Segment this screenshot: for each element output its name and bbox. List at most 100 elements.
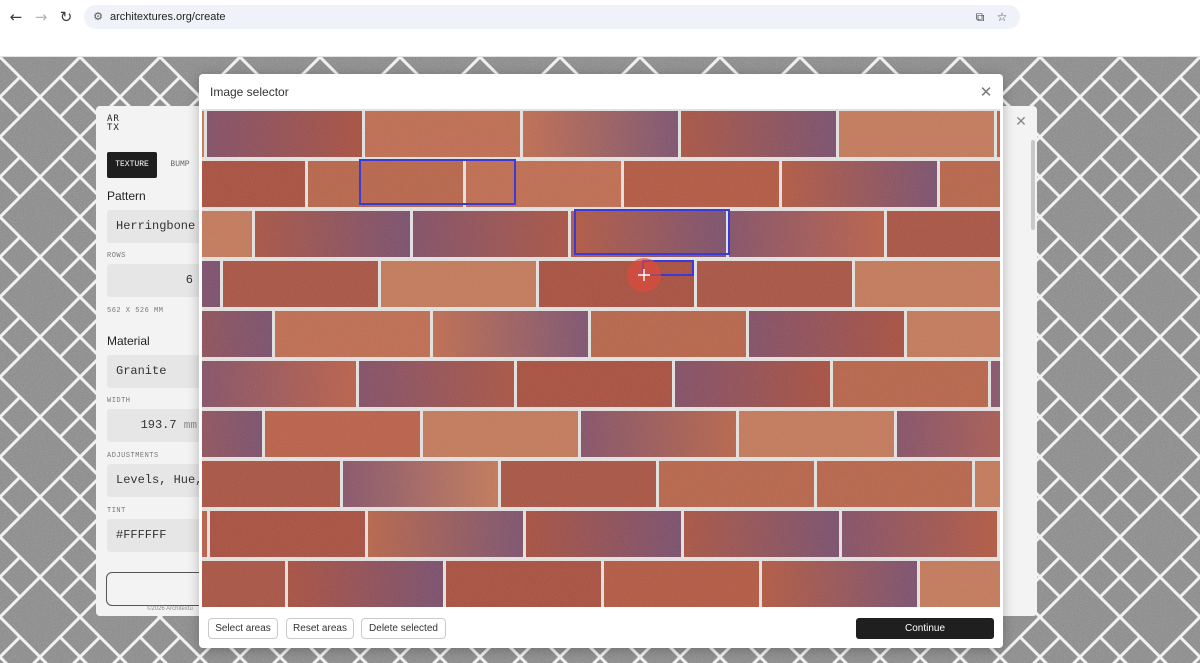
brick-shade <box>343 461 498 507</box>
brick <box>833 361 988 407</box>
logo-line-2: TX <box>107 123 120 133</box>
brick <box>907 311 1000 357</box>
brick-shade <box>571 211 726 257</box>
site-settings-icon[interactable]: ⚙ <box>91 10 105 24</box>
brick-shade <box>288 561 443 607</box>
select-areas-button[interactable]: Select areas <box>208 618 278 639</box>
brick <box>739 411 894 457</box>
brick <box>697 261 852 307</box>
brick <box>308 161 463 207</box>
brick <box>624 161 779 207</box>
rows-label: ROWS <box>107 252 126 260</box>
brick-shade <box>202 311 272 357</box>
back-arrow-icon[interactable]: ← <box>5 6 27 28</box>
brick <box>202 161 305 207</box>
brick <box>940 161 1000 207</box>
brick-shade <box>675 361 830 407</box>
brick-shade <box>991 361 1000 407</box>
brick-shade <box>681 111 836 157</box>
logo: AR TX <box>107 115 127 133</box>
brick <box>223 261 378 307</box>
reset-areas-button[interactable]: Reset areas <box>286 618 354 639</box>
brick-shade <box>782 161 937 207</box>
forward-arrow-icon[interactable]: → <box>30 6 52 28</box>
continue-button[interactable]: Continue <box>856 618 994 639</box>
material-select[interactable]: Granite <box>107 355 207 388</box>
brick <box>202 561 285 607</box>
adjustments-label: ADJUSTMENTS <box>107 452 159 460</box>
adjustments-field[interactable]: Levels, Hue, <box>107 464 207 497</box>
brick-shade <box>762 561 917 607</box>
brick-shade <box>684 511 839 557</box>
brick <box>539 261 694 307</box>
brick-shade <box>202 361 356 407</box>
brick <box>887 211 1000 257</box>
brick-shade <box>413 211 568 257</box>
browser-toolbar: ← → ↻ ⚙ architextures.org/create ⧉ ☆ <box>0 0 1200 57</box>
address-bar[interactable]: ⚙ architextures.org/create ⧉ ☆ <box>84 5 1020 29</box>
brick-shade <box>581 411 736 457</box>
brick <box>381 261 536 307</box>
pattern-title: Pattern <box>107 189 146 203</box>
brick-shade <box>526 511 681 557</box>
install-app-icon[interactable]: ⧉ <box>972 9 988 25</box>
modal-title: Image selector <box>210 85 289 99</box>
modal-footer: Select areas Reset areas Delete selected… <box>199 607 1003 648</box>
width-value: 193.7 <box>140 418 177 432</box>
brick <box>423 411 578 457</box>
url-text: architextures.org/create <box>110 11 226 23</box>
bookmark-star-icon[interactable]: ☆ <box>994 9 1010 25</box>
brick <box>997 111 1000 157</box>
brick-shade <box>368 511 523 557</box>
brick-shade <box>359 361 514 407</box>
brick-shade <box>729 211 884 257</box>
delete-selected-button[interactable]: Delete selected <box>361 618 446 639</box>
brick <box>501 461 656 507</box>
brick-shade <box>255 211 410 257</box>
tab-texture[interactable]: TEXTURE <box>107 152 157 178</box>
panel-scrollbar[interactable] <box>1031 140 1035 230</box>
brick-shade <box>749 311 904 357</box>
brick <box>591 311 746 357</box>
brick-shade <box>207 111 362 157</box>
brick <box>210 511 365 557</box>
width-input[interactable]: 193.7 mm <box>107 409 207 442</box>
brick-shade <box>842 511 997 557</box>
brick <box>855 261 1000 307</box>
brick <box>839 111 994 157</box>
brick <box>975 461 1000 507</box>
material-title: Material <box>107 334 150 348</box>
brick <box>365 111 520 157</box>
brick <box>265 411 420 457</box>
pattern-select[interactable]: Herringbone <box>107 210 207 243</box>
brick <box>466 161 621 207</box>
reload-icon[interactable]: ↻ <box>55 6 77 28</box>
brick <box>920 561 1000 607</box>
brick <box>446 561 601 607</box>
brick <box>202 111 204 157</box>
brick <box>517 361 672 407</box>
image-canvas[interactable] <box>202 109 1000 607</box>
modal-close-icon[interactable]: ✕ <box>977 83 995 101</box>
image-selector-modal: Image selector ✕ Select areas Reset area… <box>199 74 1003 648</box>
brick-shade <box>897 411 1000 457</box>
copyright-text: ©2026 Architextu <box>147 606 193 612</box>
dimensions-text: 562 X 526 MM <box>107 307 164 315</box>
tab-bump[interactable]: BUMP <box>160 152 200 178</box>
brick-shade <box>202 411 262 457</box>
brick <box>604 561 759 607</box>
tint-label: TINT <box>107 507 126 515</box>
brick <box>202 211 252 257</box>
brick-shade <box>202 261 220 307</box>
brick <box>817 461 972 507</box>
brick-image[interactable] <box>202 109 1000 607</box>
brick-shade <box>433 311 588 357</box>
tint-field[interactable]: #FFFFFF <box>107 519 207 552</box>
brick <box>275 311 430 357</box>
brick <box>202 461 340 507</box>
brick-shade <box>202 511 207 557</box>
rows-input[interactable]: 6 <box>107 264 207 297</box>
width-label: WIDTH <box>107 397 131 405</box>
brick-shade <box>523 111 678 157</box>
close-icon[interactable]: ✕ <box>1013 114 1029 130</box>
